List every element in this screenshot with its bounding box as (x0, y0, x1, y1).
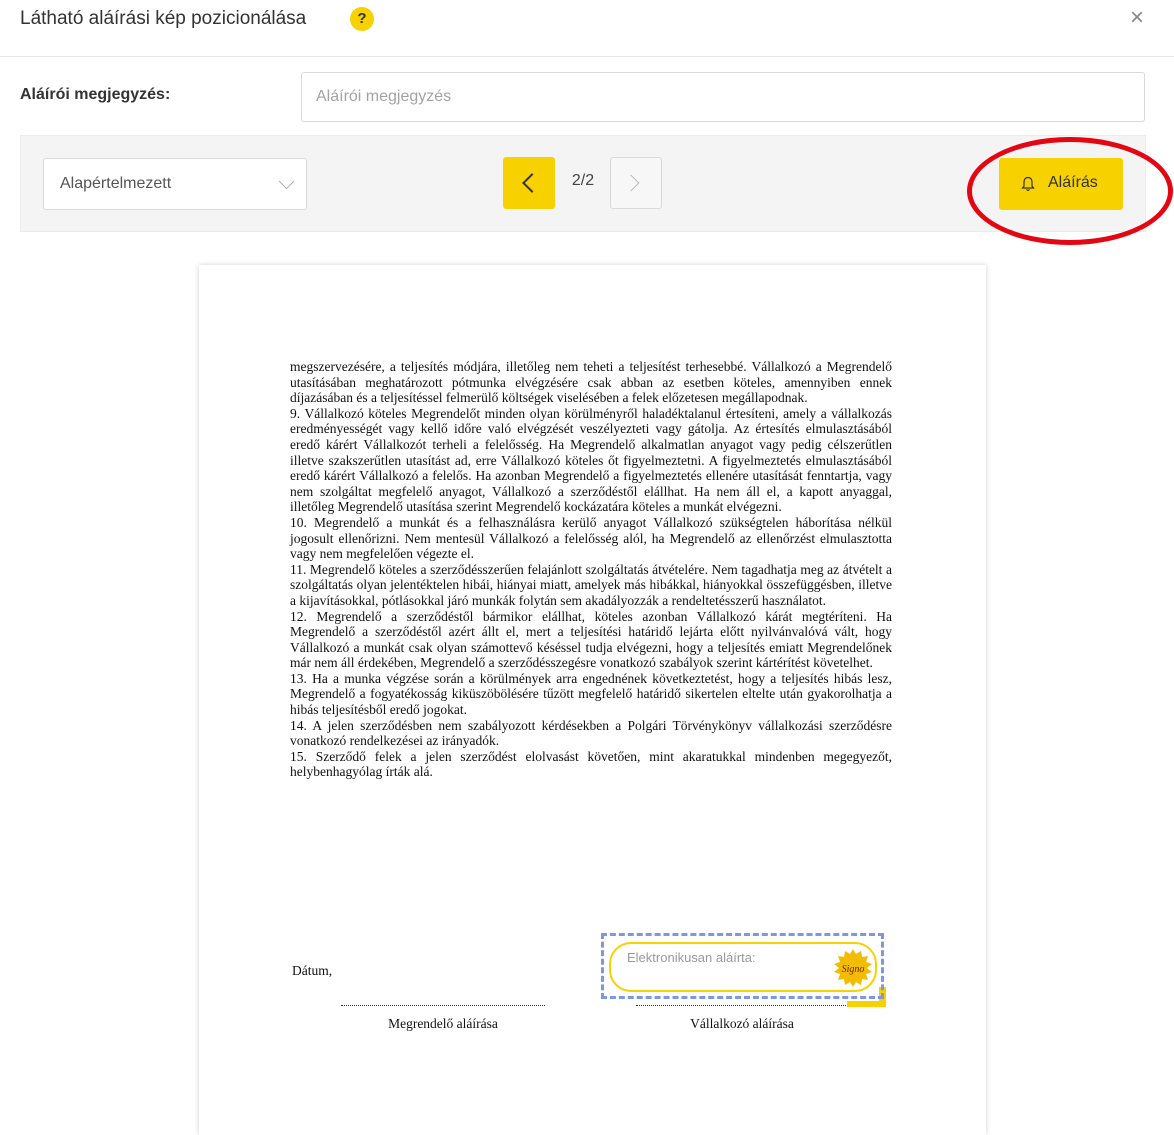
document-paragraph: 11. Megrendelő köteles a szerződésszerűe… (290, 561, 892, 608)
client-signature-label: Megrendelő aláírása (388, 1016, 498, 1031)
signature-image: Elektronikusan aláírta: Signo (609, 942, 877, 992)
chevron-left-icon (522, 173, 542, 193)
document-paragraph: 10. Megrendelő a munkát és a felhasználá… (290, 514, 892, 562)
document-paragraph: 12. Megrendelő a szerződéstől bármikor e… (290, 608, 892, 671)
document-paragraph: 13. Ha a munka végzése során a körülmény… (290, 670, 892, 718)
signer-note-input[interactable] (301, 72, 1145, 122)
date-label: Dátum, (292, 963, 333, 978)
document-paragraph: megszervezésére, a teljesítés módjára, i… (290, 359, 892, 406)
sign-button-label: Aláírás (1048, 174, 1098, 191)
next-page-button[interactable] (610, 157, 662, 209)
template-select[interactable]: Alapértelmezett (43, 158, 307, 210)
document-paragraph: 15. Szerződő felek a jelen szerződést el… (290, 748, 892, 780)
signature-box-text: Elektronikusan aláírta: (627, 950, 756, 965)
close-icon[interactable]: × (1130, 4, 1144, 32)
help-icon[interactable]: ? (350, 7, 374, 31)
contractor-signature-line (636, 1005, 848, 1006)
chevron-right-icon (622, 174, 640, 192)
document-body: megszervezésére, a teljesítés módjára, i… (290, 359, 892, 780)
client-signature-line (341, 1005, 545, 1006)
seal-text: Signo (842, 964, 865, 975)
toolbar: Alapértelmezett 2/2 Aláírás (20, 135, 1146, 232)
dialog-header: Látható aláírási kép pozicionálása ? × (0, 0, 1174, 57)
page-indicator: 2/2 (571, 172, 595, 189)
signature-placement-box[interactable]: Elektronikusan aláírta: Signo (601, 933, 884, 999)
signer-note-label: Aláírói megjegyzés: (20, 86, 171, 103)
resize-handle[interactable] (847, 1001, 886, 1007)
bell-icon (1021, 176, 1035, 191)
dialog-title: Látható aláírási kép pozicionálása (20, 8, 307, 29)
document-page: megszervezésére, a teljesítés módjára, i… (199, 265, 986, 1135)
seal-badge-icon: Signo (834, 949, 872, 987)
previous-page-button[interactable] (503, 157, 555, 209)
template-select-value: Alapértelmezett (60, 175, 172, 192)
document-paragraph: 9. Vállalkozó köteles Megrendelőt minden… (290, 405, 892, 515)
document-paragraph: 14. A jelen szerződésben nem szabályozot… (290, 717, 892, 749)
sign-button[interactable]: Aláírás (999, 158, 1123, 210)
chevron-down-icon (278, 173, 295, 190)
contractor-signature-label: Vállalkozó aláírása (690, 1016, 794, 1031)
